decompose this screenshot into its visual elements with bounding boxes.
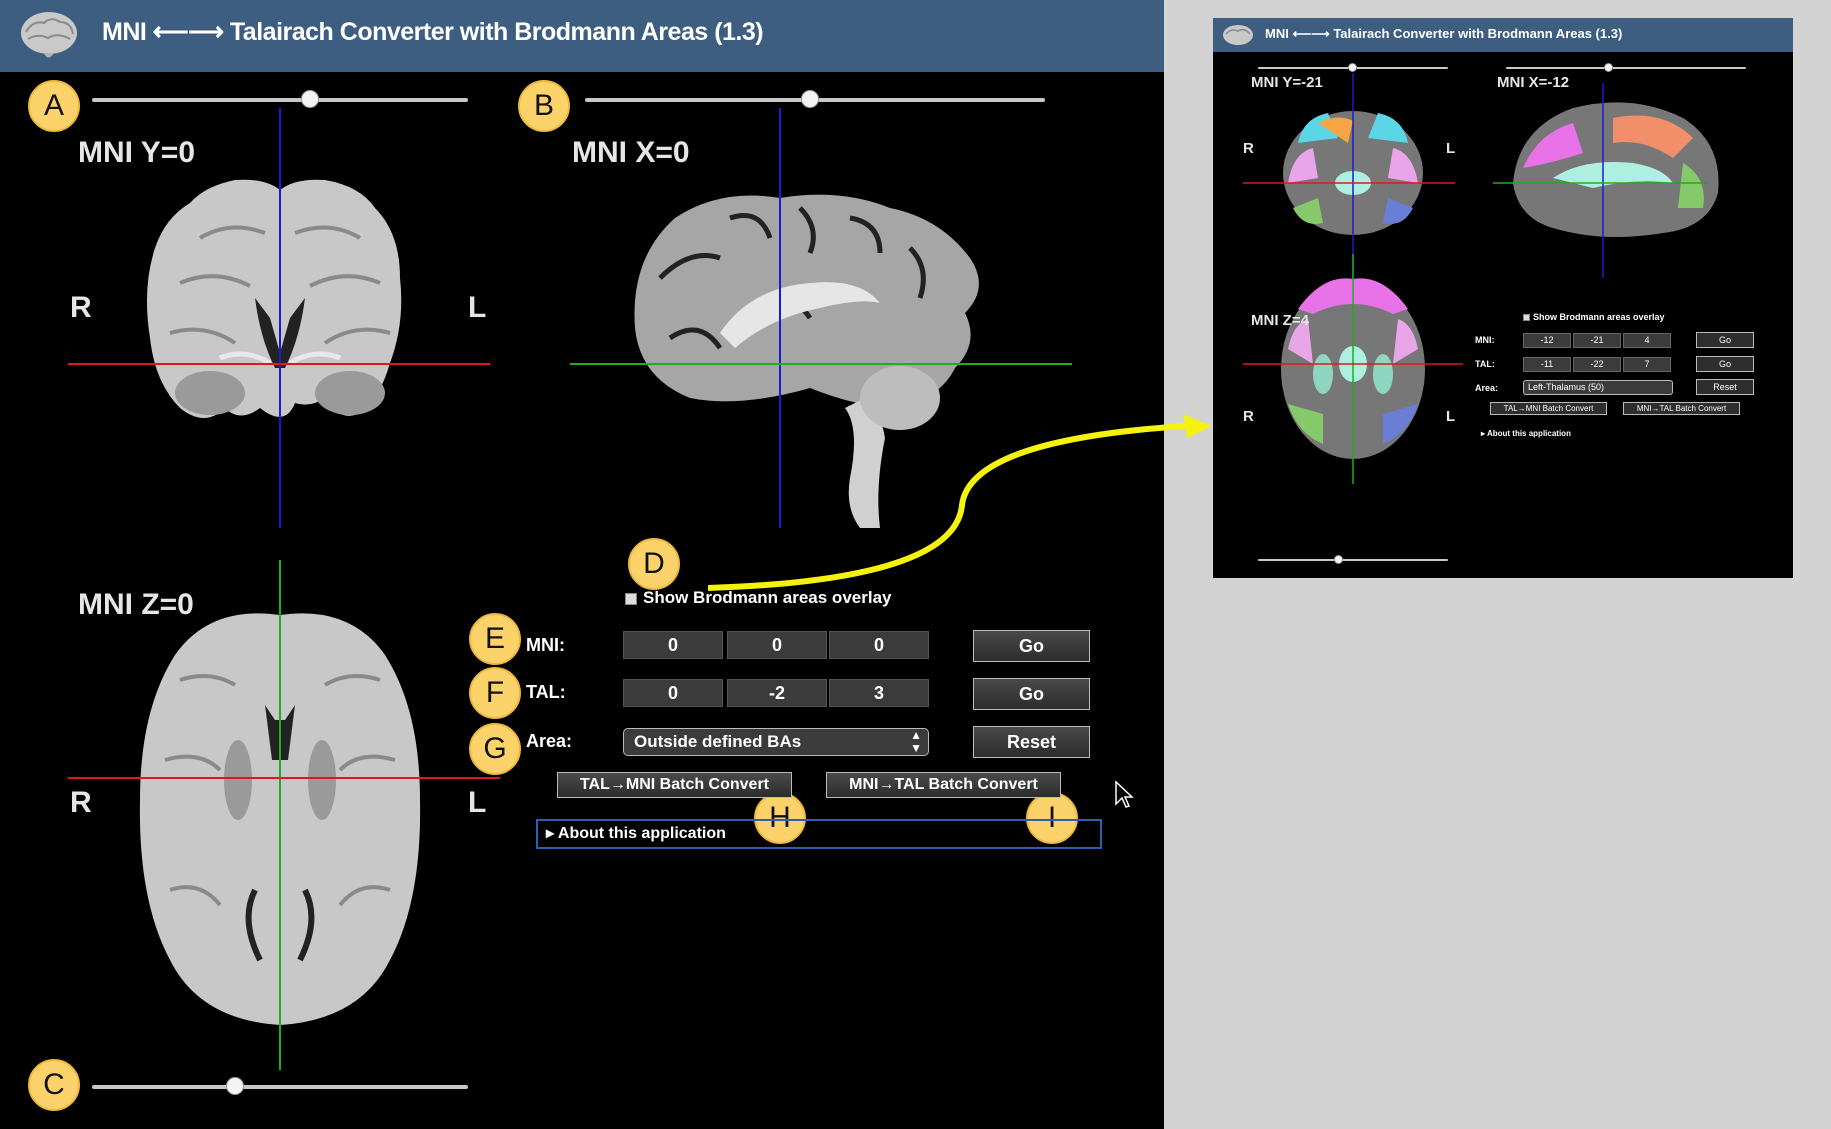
- preview-tal-x: -11: [1523, 357, 1571, 372]
- preview-app-title: MNI ⟵⟶ Talairach Converter with Brodmann…: [1265, 26, 1623, 41]
- preview-coronal-image: [1243, 73, 1455, 283]
- preview-tal-to-mni: TAL→MNI Batch Convert: [1490, 402, 1607, 415]
- preview-axial-knob: [1334, 555, 1343, 564]
- preview-mni-z: 4: [1623, 333, 1671, 348]
- preview-axial-l: L: [1446, 408, 1456, 425]
- preview-mni-label: MNI:: [1475, 335, 1495, 345]
- preview-overlay-label: Show Brodmann areas overlay: [1533, 312, 1665, 322]
- preview-mni-y: -21: [1573, 333, 1621, 348]
- preview-about-label: About this application: [1486, 429, 1571, 438]
- preview-mni-x: -12: [1523, 333, 1571, 348]
- preview-tal-label: TAL:: [1475, 359, 1495, 369]
- preview-area-select: Left-Thalamus (50): [1523, 380, 1673, 395]
- preview-overlay-checkbox: [1523, 314, 1530, 321]
- preview-sagittal-label: MNI X=-12: [1497, 74, 1570, 91]
- preview-sagittal-slider: [1506, 63, 1746, 72]
- preview-sagittal-knob: [1604, 63, 1613, 72]
- preview-about: ▸ About this application: [1481, 429, 1571, 438]
- preview-axial-image: [1243, 254, 1463, 484]
- preview-mni-to-tal: MNI→TAL Batch Convert: [1623, 402, 1740, 415]
- preview-coronal-slider: [1258, 63, 1448, 72]
- preview-coronal-r: R: [1243, 140, 1254, 157]
- preview-coronal-label: MNI Y=-21: [1251, 74, 1323, 91]
- preview-axial-slider: [1258, 555, 1448, 564]
- preview-screenshot: MNI ⟵⟶ Talairach Converter with Brodmann…: [1213, 18, 1793, 578]
- preview-sagittal-image: [1493, 83, 1719, 278]
- preview-brain-logo-icon: [1223, 25, 1253, 45]
- preview-area-label: Area:: [1475, 383, 1499, 393]
- preview-axial-label: MNI Z=4: [1251, 312, 1309, 329]
- preview-tal-y: -22: [1573, 357, 1621, 372]
- preview-axial-r: R: [1243, 408, 1254, 425]
- preview-tal-go: Go: [1696, 356, 1754, 372]
- preview-reset: Reset: [1696, 379, 1754, 395]
- preview-title-bar: MNI ⟵⟶ Talairach Converter with Brodmann…: [1213, 18, 1793, 52]
- preview-tal-z: 7: [1623, 357, 1671, 372]
- preview-coronal-l: L: [1446, 140, 1456, 157]
- preview-coronal-knob: [1348, 63, 1357, 72]
- preview-mni-go: Go: [1696, 332, 1754, 348]
